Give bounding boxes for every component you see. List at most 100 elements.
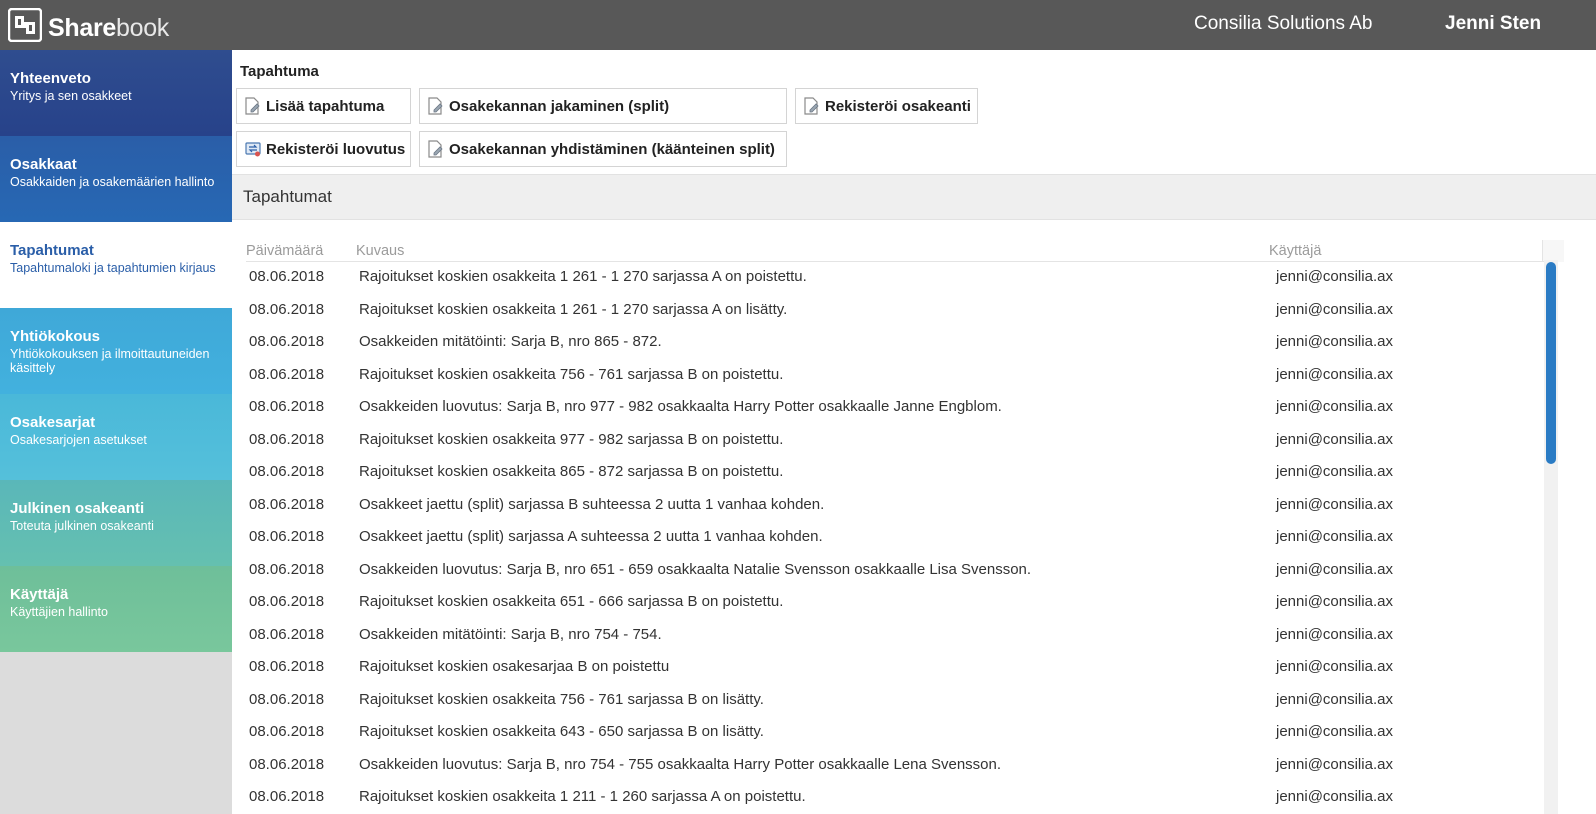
sidebar-item-julkinen-osakeanti[interactable]: Julkinen osakeanti Toteuta julkinen osak… [0, 480, 232, 566]
add-event-button[interactable]: Lisää tapahtuma [236, 88, 411, 124]
table-row[interactable]: 08.06.2018 Rajoitukset koskien osakkeita … [232, 262, 1552, 295]
row-description: Rajoitukset koskien osakesarjaa B on poi… [359, 658, 670, 675]
actions-section-label: Tapahtuma [240, 63, 319, 80]
document-edit-icon [428, 140, 443, 158]
sidebar-item-osakkaat[interactable]: Osakkaat Osakkaiden ja osakemäärien hall… [0, 136, 232, 222]
row-description: Rajoitukset koskien osakkeita 1 261 - 1 … [359, 268, 807, 285]
sidebar-item-subtitle: Osakkaiden ja osakemäärien hallinto [10, 175, 215, 189]
row-description: Rajoitukset koskien osakkeita 977 - 982 … [359, 430, 784, 448]
row-date: 08.06.2018 [249, 398, 325, 415]
row-description: Osakkeet jaettu (split) sarjassa B suhte… [359, 495, 825, 513]
logo-text-light: book [115, 14, 169, 42]
table-row[interactable]: 08.06.2018 Rajoitukset koskien osakkeita … [232, 360, 1552, 393]
sidebar-item-kayttaja[interactable]: Käyttäjä Käyttäjien hallinto [0, 566, 232, 652]
table-row[interactable]: 08.06.2018 Rajoitukset koskien osakkeita … [232, 587, 1552, 620]
table-row[interactable]: 08.06.2018 Rajoitukset koskien osakkeita … [232, 717, 1552, 750]
sidebar-item-subtitle: Osakesarjojen asetukset [10, 433, 147, 447]
row-user: jenni@consilia.ax [1276, 365, 1393, 383]
sidebar-item-title: Osakesarjat [10, 414, 96, 431]
document-edit-icon [804, 97, 819, 115]
table-row[interactable]: 08.06.2018 Osakkeet jaettu (split) sarjas… [232, 490, 1552, 523]
table-row[interactable]: 08.06.2018 Osakkeiden luovutus: Sarja B, … [232, 750, 1552, 783]
register-transfer-button[interactable]: Rekisteröi luovutus [236, 131, 411, 167]
register-share-issue-button[interactable]: Rekisteröi osakeanti [795, 88, 978, 124]
row-date: 08.06.2018 [249, 788, 325, 805]
table-header-corner [1542, 240, 1564, 262]
row-description: Rajoitukset koskien osakkeita 1 211 - 1 … [359, 788, 806, 805]
user-menu[interactable]: Jenni Sten [1445, 13, 1541, 35]
row-user: jenni@consilia.ax [1276, 625, 1393, 643]
row-user: jenni@consilia.ax [1276, 560, 1393, 578]
row-user: jenni@consilia.ax [1276, 495, 1393, 513]
sidebar-item-subtitle: Yhtiökokouksen ja ilmoittautuneiden käsi… [10, 347, 210, 375]
row-description: Rajoitukset koskien osakkeita 756 - 761 … [359, 365, 784, 383]
row-user: jenni@consilia.ax [1276, 398, 1393, 415]
split-button[interactable]: Osakekannan jakaminen (split) [419, 88, 787, 124]
sidebar-item-subtitle: Tapahtumaloki ja tapahtumien kirjaus [10, 261, 216, 275]
row-user: jenni@consilia.ax [1276, 723, 1393, 740]
reverse-split-button[interactable]: Osakekannan yhdistäminen (käänteinen spl… [419, 131, 787, 167]
table-row[interactable]: 08.06.2018 Osakkeiden luovutus: Sarja B, … [232, 555, 1552, 588]
row-description: Osakkeet jaettu (split) sarjassa A suhte… [359, 528, 823, 545]
row-user: jenni@consilia.ax [1276, 788, 1393, 805]
table-row[interactable]: 08.06.2018 Osakkeiden luovutus: Sarja B, … [232, 392, 1552, 425]
column-header-description[interactable]: Kuvaus [356, 243, 404, 259]
row-date: 08.06.2018 [249, 560, 325, 578]
sidebar-item-yhtiokokous[interactable]: Yhtiökokous Yhtiökokouksen ja ilmoittaut… [0, 308, 232, 394]
column-header-date[interactable]: Päivämäärä [246, 243, 323, 259]
sidebar: Yhteenveto Yritys ja sen osakkeet Osakka… [0, 50, 232, 814]
column-header-user[interactable]: Käyttäjä [1269, 243, 1321, 259]
row-user: jenni@consilia.ax [1276, 528, 1393, 545]
row-date: 08.06.2018 [249, 430, 325, 448]
scrollbar-thumb[interactable] [1546, 262, 1556, 464]
table-row[interactable]: 08.06.2018 Rajoitukset koskien osakkeita … [232, 782, 1552, 814]
row-user: jenni@consilia.ax [1276, 268, 1393, 285]
row-date: 08.06.2018 [249, 593, 325, 610]
sidebar-item-title: Osakkaat [10, 156, 77, 173]
row-date: 08.06.2018 [249, 528, 325, 545]
table-row[interactable]: 08.06.2018 Rajoitukset koskien osakkeita … [232, 685, 1552, 718]
table-row[interactable]: 08.06.2018 Osakkeiden mitätöinti: Sarja B… [232, 620, 1552, 653]
row-date: 08.06.2018 [249, 658, 325, 675]
row-description: Rajoitukset koskien osakkeita 1 261 - 1 … [359, 300, 788, 318]
row-user: jenni@consilia.ax [1276, 463, 1393, 480]
row-description: Rajoitukset koskien osakkeita 643 - 650 … [359, 723, 764, 740]
events-rows: 08.06.2018 Rajoitukset koskien osakkeita … [232, 262, 1552, 814]
events-table: Päivämäärä Kuvaus Käyttäjä 08.06.2018 Raj… [232, 220, 1596, 814]
row-date: 08.06.2018 [249, 463, 325, 480]
row-user: jenni@consilia.ax [1276, 300, 1393, 318]
sidebar-item-subtitle: Käyttäjien hallinto [10, 605, 108, 619]
table-row[interactable]: 08.06.2018 Rajoitukset koskien osakesarja… [232, 652, 1552, 685]
company-name[interactable]: Consilia Solutions Ab [1194, 13, 1373, 35]
logo-text: Sharebook [48, 5, 169, 45]
sidebar-item-osakesarjat[interactable]: Osakesarjat Osakesarjojen asetukset [0, 394, 232, 480]
row-date: 08.06.2018 [249, 723, 325, 740]
sidebar-item-subtitle: Toteuta julkinen osakeanti [10, 519, 154, 533]
row-date: 08.06.2018 [249, 333, 325, 350]
row-description: Rajoitukset koskien osakkeita 651 - 666 … [359, 593, 784, 610]
table-row[interactable]: 08.06.2018 Osakkeet jaettu (split) sarjas… [232, 522, 1552, 555]
table-row[interactable]: 08.06.2018 Rajoitukset koskien osakkeita … [232, 295, 1552, 328]
row-date: 08.06.2018 [249, 365, 325, 383]
sidebar-item-yhteenveto[interactable]: Yhteenveto Yritys ja sen osakkeet [0, 50, 232, 136]
sidebar-item-title: Käyttäjä [10, 586, 69, 603]
table-row[interactable]: 08.06.2018 Rajoitukset koskien osakkeita … [232, 457, 1552, 490]
row-user: jenni@consilia.ax [1276, 690, 1393, 708]
row-user: jenni@consilia.ax [1276, 430, 1393, 448]
row-date: 08.06.2018 [249, 625, 325, 643]
row-date: 08.06.2018 [249, 268, 325, 285]
sidebar-item-title: Julkinen osakeanti [10, 500, 145, 517]
row-description: Rajoitukset koskien osakkeita 865 - 872 … [359, 463, 784, 480]
sidebar-item-subtitle: Yritys ja sen osakkeet [10, 89, 132, 103]
row-description: Osakkeiden luovutus: Sarja B, nro 651 - … [359, 560, 1032, 578]
add-event-label: Lisää tapahtuma [266, 97, 385, 115]
events-title: Tapahtumat [243, 187, 332, 206]
logo-text-bold: Share [48, 14, 116, 42]
sharebook-logo[interactable]: Sharebook [8, 7, 169, 43]
table-row[interactable]: 08.06.2018 Osakkeiden mitätöinti: Sarja B… [232, 327, 1552, 360]
register-transfer-label: Rekisteröi luovutus [266, 140, 406, 158]
sidebar-item-tapahtumat[interactable]: Tapahtumat Tapahtumaloki ja tapahtumien … [0, 222, 232, 308]
sidebar-item-title: Yhteenveto [10, 70, 91, 87]
top-bar: Sharebook Consilia Solutions Ab Jenni St… [0, 0, 1596, 50]
table-row[interactable]: 08.06.2018 Rajoitukset koskien osakkeita … [232, 425, 1552, 458]
